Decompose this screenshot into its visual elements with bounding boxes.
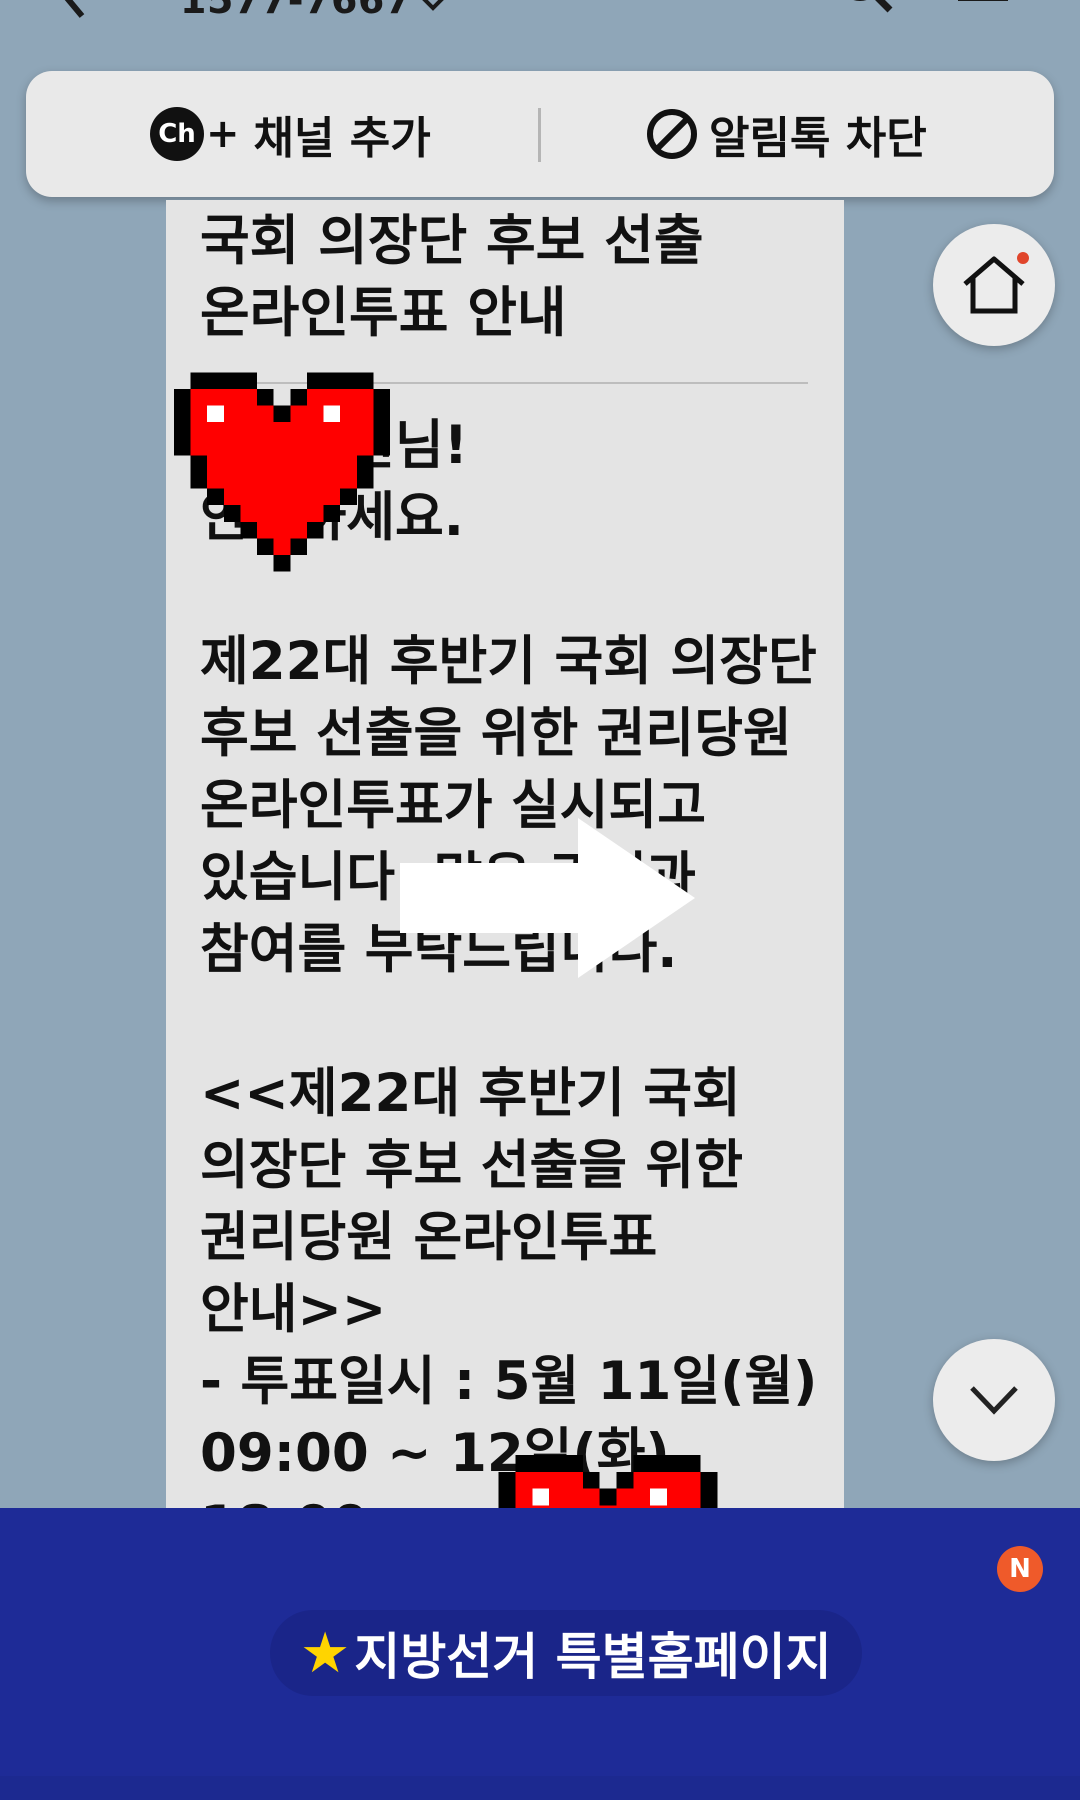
back-button[interactable] (52, 0, 92, 26)
menu-button[interactable] (958, 0, 1008, 11)
arrow-right-icon (400, 818, 695, 978)
search-button[interactable] (836, 0, 896, 20)
banner-label: 지방선거 특별홈페이지 (354, 1628, 832, 1686)
local-election-homepage-button[interactable]: ★ 지방선거 특별홈페이지 (270, 1610, 862, 1696)
add-channel-label: 채널 추가 (253, 113, 431, 164)
chevron-left-icon (64, 0, 85, 18)
home-icon (963, 256, 1025, 314)
menu-icon (958, 0, 1008, 1)
search-icon (853, 0, 893, 13)
home-button[interactable] (933, 224, 1055, 346)
channel-icon: Ch (150, 107, 204, 161)
message-title: 국회 의장단 후보 선출 온라인투표 안내 (200, 209, 704, 344)
scroll-down-button[interactable] (933, 1339, 1055, 1461)
block-alimtalk-label: 알림톡 차단 (709, 113, 927, 164)
message-body: 권리당원님! 안녕하세요. 제22대 후반기 국회 의장단 후보 선출을 위한 … (200, 415, 818, 1628)
block-alimtalk-button[interactable]: 알림톡 차단 (645, 102, 927, 166)
new-badge: N (997, 1546, 1043, 1592)
star-icon: ★ (300, 1620, 351, 1686)
notification-dot (1017, 252, 1029, 264)
add-channel-button[interactable]: Ch + 채널 추가 (150, 102, 431, 166)
phone-number: 1577-7667 (180, 0, 412, 22)
chevron-down-icon (970, 1386, 1018, 1415)
pixel-heart-sticker (174, 372, 390, 572)
plus-icon: + (206, 111, 240, 157)
divider (538, 108, 541, 162)
channel-phone[interactable]: 1577-7667 (180, 0, 448, 22)
banner-footer-strip (0, 1776, 1080, 1800)
chevron-down-icon (421, 0, 444, 11)
block-icon (647, 109, 697, 159)
